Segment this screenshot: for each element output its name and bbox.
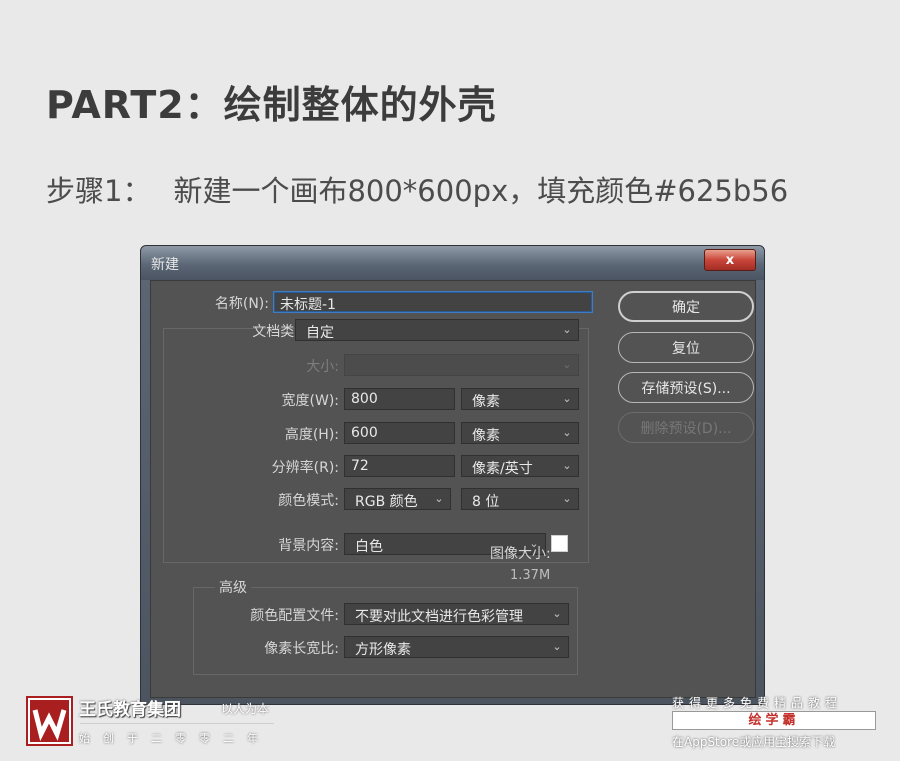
resolution-unit-select[interactable]: 像素/英寸 ⌄: [461, 455, 579, 477]
logo-w-icon: [28, 698, 71, 744]
chevron-down-icon: ⌄: [562, 426, 572, 439]
chevron-down-icon: ⌄: [552, 640, 562, 653]
color-profile-label: 颜色配置文件:: [250, 608, 339, 624]
resolution-label: 分辨率(R):: [271, 460, 339, 476]
width-unit-value: 像素: [472, 394, 500, 410]
promo-headline: 获得更多免费精品教程: [672, 696, 843, 710]
height-unit-select[interactable]: 像素 ⌄: [461, 422, 579, 444]
color-profile-value: 不要对此文档进行色彩管理: [355, 609, 523, 625]
chevron-down-icon: ⌄: [552, 607, 562, 620]
image-size-label: 图像大小:: [490, 546, 551, 562]
pixel-aspect-select[interactable]: 方形像素 ⌄: [344, 636, 569, 658]
pixel-aspect-label: 像素长宽比:: [264, 641, 339, 657]
brand-tagline: 以人为本: [221, 702, 270, 716]
chevron-down-icon: ⌄: [562, 492, 572, 505]
ok-button[interactable]: 确定: [618, 291, 754, 322]
delete-preset-button: 删除预设(D)...: [618, 412, 754, 443]
brand-divider: [80, 723, 274, 724]
width-label: 宽度(W):: [281, 393, 339, 409]
new-document-dialog: 新建 x 高级 名称(N): 未标题-1 文档类型: 自定 ⌄ 大小: ⌄ 宽度(…: [140, 245, 765, 705]
step-instruction: 步骤1： 新建一个画布800*600px，填充颜色#625b56: [46, 168, 788, 210]
name-label: 名称(N):: [214, 296, 269, 312]
width-input[interactable]: 800: [344, 388, 455, 410]
advanced-title: 高级: [215, 577, 251, 597]
brand-subtitle: 始创于二零零二年: [79, 732, 271, 745]
resolution-unit-value: 像素/英寸: [472, 461, 533, 477]
color-mode-value: RGB 颜色: [355, 494, 418, 510]
height-input[interactable]: 600: [344, 422, 455, 444]
size-label: 大小:: [306, 359, 339, 375]
brand-logo: [26, 696, 73, 746]
pixel-aspect-value: 方形像素: [355, 642, 411, 658]
chevron-down-icon: ⌄: [562, 358, 572, 371]
doc-type-value: 自定: [306, 325, 334, 341]
brand-name: 王氏教育集团: [79, 700, 181, 720]
width-unit-select[interactable]: 像素 ⌄: [461, 388, 579, 410]
name-input[interactable]: 未标题-1: [273, 291, 593, 313]
page-heading: PART2：绘制整体的外壳: [46, 83, 497, 127]
chevron-down-icon: ⌄: [434, 492, 444, 505]
color-mode-select[interactable]: RGB 颜色 ⌄: [344, 488, 451, 510]
color-profile-select[interactable]: 不要对此文档进行色彩管理 ⌄: [344, 603, 569, 625]
color-mode-label: 颜色模式:: [278, 493, 339, 509]
background-label: 背景内容:: [278, 538, 339, 554]
doc-type-select[interactable]: 自定 ⌄: [295, 319, 579, 341]
chevron-down-icon: ⌄: [562, 323, 572, 336]
save-preset-button[interactable]: 存储预设(S)...: [618, 372, 754, 403]
height-label: 高度(H):: [284, 427, 339, 443]
reset-button[interactable]: 复位: [618, 332, 754, 363]
dialog-titlebar[interactable]: 新建 x: [141, 246, 764, 280]
close-button[interactable]: x: [704, 249, 756, 271]
step-label: 步骤1：: [46, 174, 152, 208]
promo-app-name: 绘学霸: [672, 711, 876, 730]
step-text: 新建一个画布800*600px，填充颜色#625b56: [173, 174, 789, 208]
height-unit-value: 像素: [472, 428, 500, 444]
bit-depth-value: 8 位: [472, 494, 500, 510]
chevron-down-icon: ⌄: [562, 392, 572, 405]
advanced-frame: [193, 587, 578, 675]
background-color-swatch[interactable]: [551, 535, 568, 552]
image-size-value: 1.37M: [510, 568, 551, 583]
promo-instructions: 在AppStore或应用宝搜索下载: [672, 735, 836, 749]
resolution-input[interactable]: 72: [344, 455, 455, 477]
chevron-down-icon: ⌄: [562, 459, 572, 472]
close-icon: x: [725, 252, 735, 268]
background-value: 白色: [355, 539, 383, 555]
dialog-title: 新建: [151, 257, 179, 273]
dialog-panel: 高级 名称(N): 未标题-1 文档类型: 自定 ⌄ 大小: ⌄ 宽度(W): 8…: [150, 280, 756, 698]
bit-depth-select[interactable]: 8 位 ⌄: [461, 488, 579, 510]
size-select: ⌄: [344, 354, 579, 376]
